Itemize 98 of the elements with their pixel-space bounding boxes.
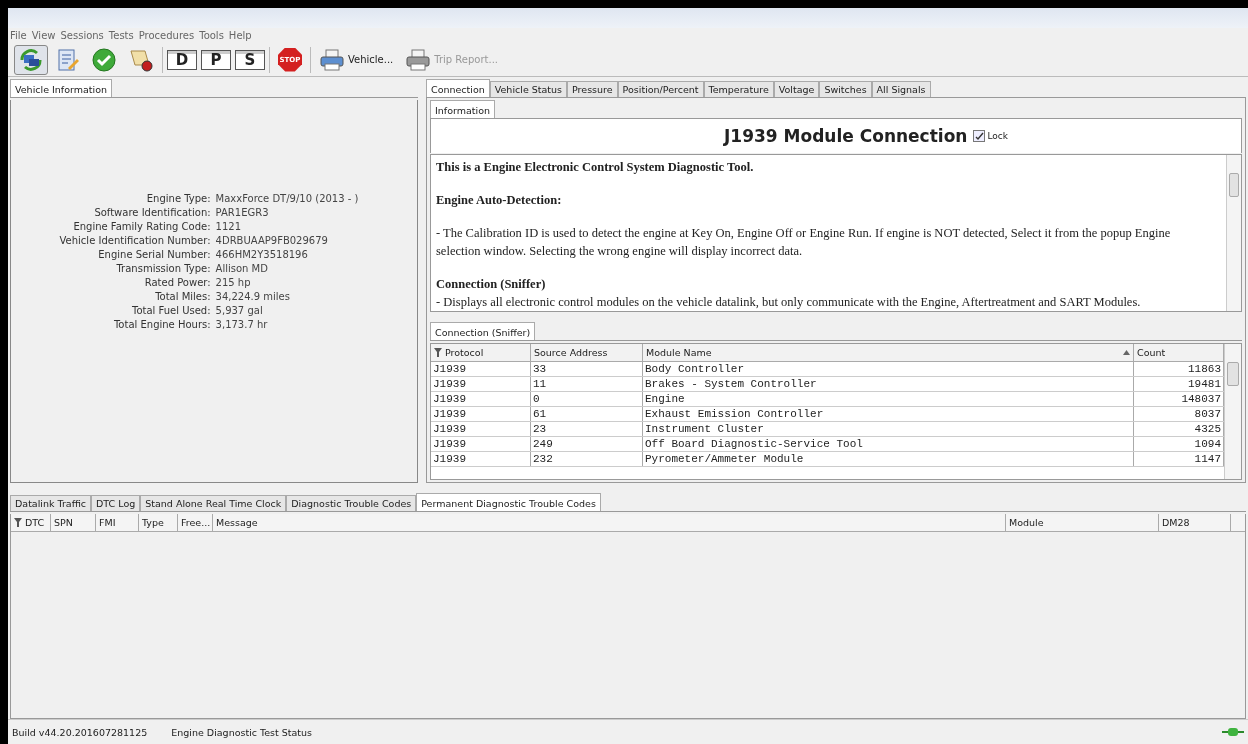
table-cell: 249 [531,437,643,451]
column-header[interactable]: Source Address [531,344,643,361]
table-cell: 232 [531,452,643,466]
column-header[interactable]: SPN [51,514,96,531]
toolbar-button[interactable]: P [201,49,231,70]
tab[interactable]: Position/Percent [617,81,704,97]
panel-tab[interactable]: Information [430,100,495,118]
tab[interactable]: Switches [819,81,872,97]
table-cell: Exhaust Emission Controller [643,407,1134,421]
table-cell: Pyrometer/Ammeter Module [643,452,1134,466]
info-paragraph: This is a Engine Electronic Control System Diagnostic Tool. [436,159,755,176]
column-header[interactable]: Module Name [643,344,1134,361]
table-cell: 61 [531,407,643,421]
column-header[interactable]: DM28 [1159,514,1231,531]
table-cell: J1939 [431,362,531,376]
printer-icon [405,48,432,71]
field-value: 3,173.7 hr [215,318,269,330]
table-cell: 33 [531,362,643,376]
field-label: Engine Family Rating Code: [72,220,211,232]
field-label: Transmission Type: [115,262,211,274]
status-text: Build v44.20.201607281125 [12,726,148,738]
field-label: Total Fuel Used: [131,304,211,316]
tab[interactable]: Voltage [773,81,820,97]
table-cell: Off Board Diagnostic-Service Tool [643,437,1134,451]
column-header[interactable]: Message [213,514,1006,531]
menu-item[interactable]: View [31,30,56,41]
field-value: 5,937 gal [215,304,264,316]
tab[interactable]: Pressure [567,81,618,97]
table-cell: J1939 [431,437,531,451]
field-value: MaxxForce DT/9/10 (2013 - ) [215,192,359,204]
tab[interactable]: Connection [426,79,490,97]
column-header[interactable]: Type [139,514,178,531]
tab[interactable]: Temperature [703,81,774,97]
menu-item[interactable]: Tests [108,30,134,41]
table-cell: Brakes - System Controller [643,377,1134,391]
table-cell: Body Controller [643,362,1134,376]
table-cell: J1939 [431,407,531,421]
table-cell: J1939 [431,452,531,466]
table-cell: J1939 [431,392,531,406]
scrollbar[interactable] [1226,155,1241,311]
lock-checkbox[interactable]: Lock [973,130,1008,142]
menu-item[interactable]: Help [228,30,252,41]
field-label: Rated Power: [143,276,211,288]
status-text: Engine Diagnostic Test Status [171,726,313,738]
table-cell: Instrument Cluster [643,422,1134,436]
menu-item[interactable]: Tools [199,30,224,41]
column-header[interactable]: Free... [178,514,213,531]
tab[interactable]: Permanent Diagnostic Trouble Codes [416,493,601,511]
field-value: 4DRBUAAP9FB029679 [215,234,329,246]
tab[interactable]: Stand Alone Real Time Clock [140,495,287,511]
table-cell: 11 [531,377,643,391]
field-label: Engine Type: [145,192,211,204]
tab[interactable]: Datalink Traffic [10,495,92,511]
sort-ascending-icon [1123,350,1130,355]
info-paragraph: Connection (Sniffer) [436,276,547,293]
menu-item[interactable]: Procedures [138,30,195,41]
table-cell: J1939 [431,377,531,391]
print-button[interactable]: Vehicle... [315,44,398,75]
table-cell: Engine [643,392,1134,406]
panel-tab[interactable]: Connection (Sniffer) [430,322,536,340]
info-paragraph: Engine Auto-Detection: [436,192,563,209]
filter-icon[interactable] [434,348,442,357]
printer-icon [319,48,345,71]
table-cell: 23 [531,422,643,436]
panel-tab[interactable]: Vehicle Information [10,79,112,97]
column-header[interactable]: FMI [96,514,139,531]
section-title: J1939 Module Connection [724,126,968,146]
info-paragraph: - The Calibration ID is used to detect the engine at Key On, Engine Off or Engine Run. If engine is NOT detected, Select it from the popup Engine selection window. Selecting the wrong engine will display incorrect data. [436,225,1172,260]
field-label: Total Engine Hours: [112,318,211,330]
menu-item[interactable]: File [10,30,27,41]
field-label: Engine Serial Number: [97,248,211,260]
connect-button[interactable] [14,44,48,75]
toolbar-button[interactable]: S [235,49,265,70]
toolbar-button[interactable]: D [167,49,197,70]
tab[interactable]: All Signals [871,81,931,97]
field-value: Allison MD [215,262,269,274]
table-cell: J1939 [431,422,531,436]
field-value: 1121 [215,220,243,232]
filter-icon[interactable] [14,518,22,527]
menu-item[interactable]: Sessions [60,30,104,41]
field-value: 466HM2Y3518196 [215,248,309,260]
tab[interactable]: Vehicle Status [489,81,568,97]
column-header[interactable]: DTC [11,514,51,531]
info-paragraph: - Displays all electronic control modules on the vehicle datalink, but only communicate with the Engine, Aftertreatment and SART Modules. [436,294,1142,311]
field-label: Vehicle Identification Number: [59,234,211,246]
scrollbar[interactable] [1224,344,1241,479]
tab[interactable]: Diagnostic Trouble Codes [286,495,417,511]
table-cell: 0 [531,392,643,406]
field-label: Total Miles: [154,290,211,302]
column-header[interactable]: Module [1006,514,1159,531]
tab[interactable]: DTC Log [91,495,141,511]
field-value: 215 hp [215,276,252,288]
field-value: PAR1EGR3 [215,206,270,218]
column-header[interactable]: Protocol [431,344,531,361]
field-value: 34,224.9 miles [215,290,291,302]
checkmark-icon [974,131,984,141]
connection-icon [1222,727,1244,737]
field-label: Software Identification: [93,206,211,218]
